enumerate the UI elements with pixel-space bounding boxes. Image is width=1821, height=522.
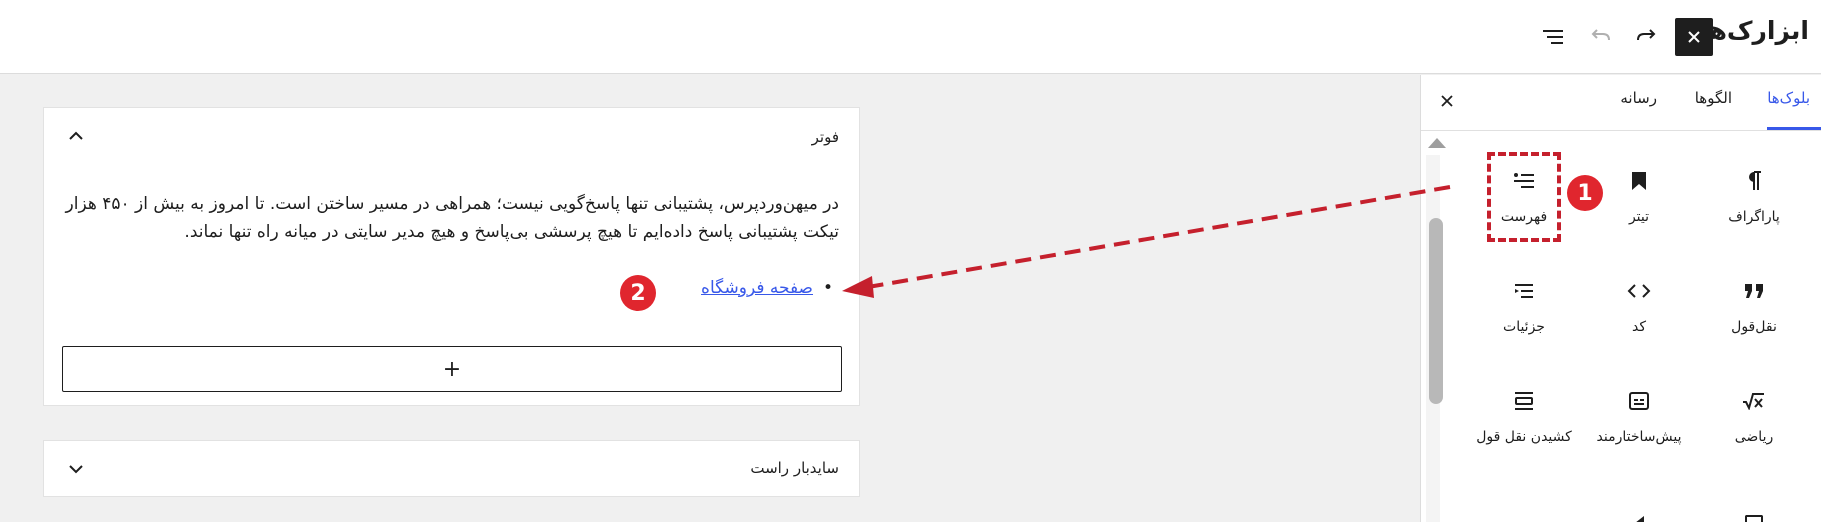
tab-blocks[interactable]: بلوک‌ها bbox=[1767, 89, 1810, 107]
top-toolbar: ابزارک‌ها bbox=[0, 0, 1821, 74]
code-icon bbox=[1627, 284, 1651, 298]
inserter-tabs: بلوک‌ها الگوها رسانه bbox=[1421, 75, 1821, 131]
block-paragraph[interactable]: پاراگراف bbox=[1704, 163, 1804, 227]
annotation-badge-1: 1 bbox=[1567, 175, 1603, 211]
active-tab-indicator bbox=[1767, 127, 1821, 130]
annotation-badge-2: 2 bbox=[620, 275, 656, 311]
close-icon bbox=[1688, 31, 1700, 43]
footer-list: صفحه فروشگاه bbox=[59, 278, 839, 298]
block-heading[interactable]: تیتر bbox=[1589, 163, 1689, 227]
footer-widget-area: فوتر در میهن‌وردپرس، پشتیبانی تنها پاسخ‌… bbox=[43, 107, 860, 406]
undo-icon bbox=[1591, 29, 1610, 41]
annotation-highlight-box bbox=[1487, 152, 1561, 242]
close-icon bbox=[1441, 95, 1453, 107]
list-item: صفحه فروشگاه bbox=[59, 278, 839, 298]
quote-icon bbox=[1745, 284, 1763, 298]
list-view-icon bbox=[1543, 30, 1563, 44]
chevron-down-icon bbox=[69, 465, 83, 474]
block-preformatted[interactable]: پیش‌ساختارمند bbox=[1589, 383, 1689, 447]
math-icon bbox=[1743, 393, 1764, 410]
shop-page-link[interactable]: صفحه فروشگاه bbox=[701, 278, 813, 298]
add-block-button[interactable]: + bbox=[62, 346, 842, 392]
heading-icon bbox=[1632, 172, 1646, 190]
redo-icon bbox=[1637, 29, 1656, 41]
preformatted-icon bbox=[1629, 392, 1649, 410]
pullquote-icon bbox=[1515, 392, 1533, 410]
plus-icon: + bbox=[442, 356, 462, 382]
details-icon bbox=[1515, 284, 1533, 298]
close-inserter-button[interactable] bbox=[1435, 89, 1459, 113]
list-view-button[interactable] bbox=[1538, 22, 1568, 52]
block-code[interactable]: کد bbox=[1589, 273, 1689, 337]
block-pullquote[interactable]: کشیدن نقل قول bbox=[1474, 383, 1574, 447]
tab-patterns[interactable]: الگوها bbox=[1695, 89, 1732, 107]
right-sidebar-widget-area[interactable]: سایدبار راست bbox=[43, 440, 860, 497]
close-button[interactable] bbox=[1675, 18, 1713, 56]
block-partial-icon bbox=[1635, 516, 1644, 522]
redo-button[interactable] bbox=[1632, 22, 1662, 52]
block-math[interactable]: ریاضی bbox=[1704, 383, 1804, 447]
sidebar-area-title: سایدبار راست bbox=[750, 459, 839, 477]
collapse-button[interactable] bbox=[64, 124, 88, 148]
block-quote[interactable]: نقل‌قول bbox=[1704, 273, 1804, 337]
scrollbar-thumb[interactable] bbox=[1429, 218, 1443, 404]
chevron-up-icon bbox=[69, 131, 83, 140]
block-details[interactable]: جزئیات bbox=[1474, 273, 1574, 337]
block-partial-icon bbox=[1745, 515, 1763, 522]
scroll-up-arrow[interactable] bbox=[1428, 138, 1446, 148]
block-inserter-panel: بلوک‌ها الگوها رسانه پاراگراف تیتر فهرست… bbox=[1420, 75, 1821, 522]
tab-media[interactable]: رسانه bbox=[1620, 89, 1657, 107]
paragraph-icon bbox=[1749, 171, 1761, 190]
expand-button[interactable] bbox=[64, 457, 88, 481]
footer-paragraph[interactable]: در میهن‌وردپرس، پشتیبانی تنها پاسخ‌گویی … bbox=[59, 190, 839, 246]
footer-area-title: فوتر bbox=[811, 128, 839, 146]
undo-button[interactable] bbox=[1585, 22, 1615, 52]
page-title: ابزارک‌ها bbox=[1700, 16, 1809, 45]
